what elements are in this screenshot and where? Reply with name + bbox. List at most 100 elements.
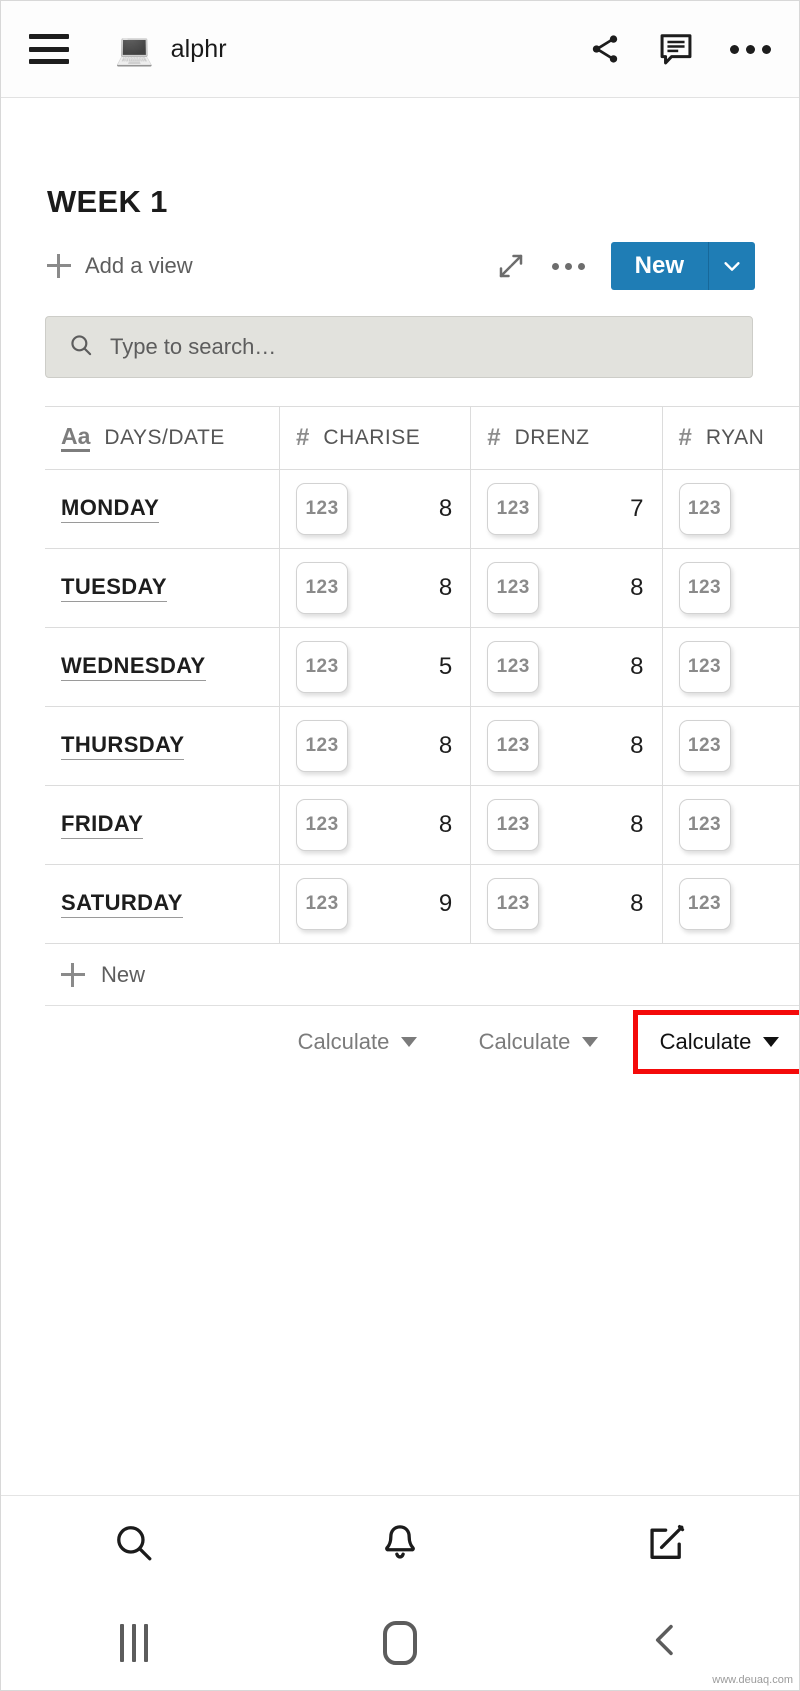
column-header-ryan[interactable]: # RYAN [662, 406, 799, 470]
column-label: RYAN [705, 426, 765, 449]
number-cell: 123 [678, 878, 799, 930]
number-cell: 123 8 [296, 483, 456, 535]
cell-drenz[interactable]: 123 8 [470, 785, 663, 865]
cell-drenz[interactable]: 123 8 [470, 864, 663, 944]
search-input[interactable]: Type to search… [45, 316, 753, 378]
number-chip[interactable]: 123 [487, 720, 540, 772]
number-hash-icon: # [678, 424, 692, 451]
table-row[interactable]: THURSDAY 123 8 123 8 123 [45, 706, 799, 786]
phone-screen: 💻 alphr WEEK 1 Add a view New Type to se… [0, 0, 800, 1691]
view-more-options-icon[interactable] [551, 262, 585, 270]
number-chip[interactable]: 123 [296, 720, 349, 772]
cell-value: 8 [438, 811, 453, 838]
expand-diagonal-icon[interactable] [496, 251, 526, 281]
grid-body: MONDAY 123 8 123 7 123 TUESDAY 123 8 123 8 123 WEDNE… [45, 469, 799, 944]
cell-charise[interactable]: 123 8 [279, 785, 472, 865]
grid-table: Aa DAYS/DATE # CHARISE # DRENZ # RYAN MO… [45, 406, 799, 944]
number-cell: 123 8 [487, 878, 647, 930]
recents-icon [120, 1623, 148, 1662]
table-row[interactable]: TUESDAY 123 8 123 8 123 [45, 548, 799, 628]
number-cell: 123 8 [296, 799, 456, 851]
cell-day[interactable]: FRIDAY [45, 785, 281, 865]
table-row[interactable]: SATURDAY 123 9 123 8 123 [45, 864, 799, 944]
number-chip[interactable]: 123 [678, 878, 731, 930]
cell-drenz[interactable]: 123 8 [470, 706, 663, 786]
number-cell: 123 8 [296, 562, 456, 614]
cell-charise[interactable]: 123 9 [279, 864, 472, 944]
bottom-nav-compose-button[interactable] [533, 1521, 799, 1570]
more-options-icon[interactable] [730, 44, 771, 54]
chevron-down-icon[interactable] [708, 242, 755, 290]
chevron-down-icon [763, 1037, 780, 1047]
number-chip[interactable]: 123 [487, 641, 540, 693]
bottom-nav-notifications-button[interactable] [267, 1521, 533, 1570]
search-icon [68, 332, 94, 363]
cell-ryan[interactable]: 123 [662, 627, 799, 707]
cell-ryan[interactable]: 123 [662, 706, 799, 786]
column-header-drenz[interactable]: # DRENZ [470, 406, 663, 470]
number-chip[interactable]: 123 [678, 799, 731, 851]
number-chip[interactable]: 123 [487, 799, 540, 851]
calculate-label: Calculate [659, 1029, 752, 1054]
comment-icon[interactable] [657, 30, 695, 68]
add-view-button[interactable]: Add a view [47, 253, 193, 279]
cell-value: 8 [438, 574, 453, 601]
cell-day[interactable]: WEDNESDAY [45, 627, 281, 707]
day-label: FRIDAY [61, 811, 144, 839]
cell-ryan[interactable]: 123 [662, 864, 799, 944]
number-chip[interactable]: 123 [678, 641, 731, 693]
app-title: alphr [170, 34, 227, 63]
hamburger-menu-icon[interactable] [29, 34, 69, 64]
number-chip[interactable]: 123 [487, 483, 540, 535]
cell-value: 8 [630, 811, 644, 838]
calculate-dropdown-charise[interactable]: Calculate [284, 1019, 432, 1065]
cell-ryan[interactable]: 123 [662, 548, 799, 628]
search-icon [112, 1521, 156, 1570]
number-chip[interactable]: 123 [678, 720, 731, 772]
add-view-label: Add a view [85, 253, 193, 278]
home-button[interactable] [267, 1620, 533, 1665]
recents-button[interactable] [1, 1623, 267, 1662]
appbar-actions [588, 30, 771, 68]
cell-charise[interactable]: 123 8 [279, 706, 472, 786]
add-new-row-button[interactable]: New [45, 944, 799, 1006]
day-label: TUESDAY [61, 574, 167, 602]
bottom-nav-search-button[interactable] [1, 1521, 267, 1570]
cell-day[interactable]: TUESDAY [45, 548, 281, 628]
cell-value: 8 [630, 732, 644, 759]
number-chip[interactable]: 123 [296, 483, 349, 535]
cell-day[interactable]: MONDAY [45, 469, 281, 549]
number-chip[interactable]: 123 [487, 562, 540, 614]
cell-drenz[interactable]: 123 8 [470, 627, 663, 707]
column-header-days[interactable]: Aa DAYS/DATE [45, 406, 281, 470]
column-label: CHARISE [323, 426, 421, 449]
table-row[interactable]: MONDAY 123 8 123 7 123 [45, 469, 799, 549]
column-header-charise[interactable]: # CHARISE [279, 406, 472, 470]
number-chip[interactable]: 123 [678, 483, 731, 535]
cell-day[interactable]: THURSDAY [45, 706, 281, 786]
number-chip[interactable]: 123 [296, 562, 349, 614]
new-button[interactable]: New [610, 242, 755, 290]
new-button-label: New [634, 252, 684, 279]
number-cell: 123 9 [296, 878, 456, 930]
number-chip[interactable]: 123 [296, 799, 349, 851]
number-cell: 123 [678, 641, 799, 693]
back-button[interactable] [533, 1620, 799, 1665]
table-row[interactable]: WEDNESDAY 123 5 123 8 123 [45, 627, 799, 707]
number-chip[interactable]: 123 [678, 562, 731, 614]
calculate-dropdown-ryan-highlighted[interactable]: Calculate [632, 1010, 799, 1074]
cell-drenz[interactable]: 123 7 [470, 469, 663, 549]
number-chip[interactable]: 123 [296, 878, 349, 930]
calculate-dropdown-drenz[interactable]: Calculate [465, 1019, 613, 1065]
cell-ryan[interactable]: 123 [662, 469, 799, 549]
cell-drenz[interactable]: 123 8 [470, 548, 663, 628]
table-row[interactable]: FRIDAY 123 8 123 8 123 [45, 785, 799, 865]
cell-charise[interactable]: 123 8 [279, 469, 472, 549]
cell-ryan[interactable]: 123 [662, 785, 799, 865]
cell-charise[interactable]: 123 8 [279, 548, 472, 628]
number-chip[interactable]: 123 [296, 641, 349, 693]
share-icon[interactable] [588, 32, 622, 66]
cell-charise[interactable]: 123 5 [279, 627, 472, 707]
number-chip[interactable]: 123 [487, 878, 540, 930]
cell-day[interactable]: SATURDAY [45, 864, 281, 944]
